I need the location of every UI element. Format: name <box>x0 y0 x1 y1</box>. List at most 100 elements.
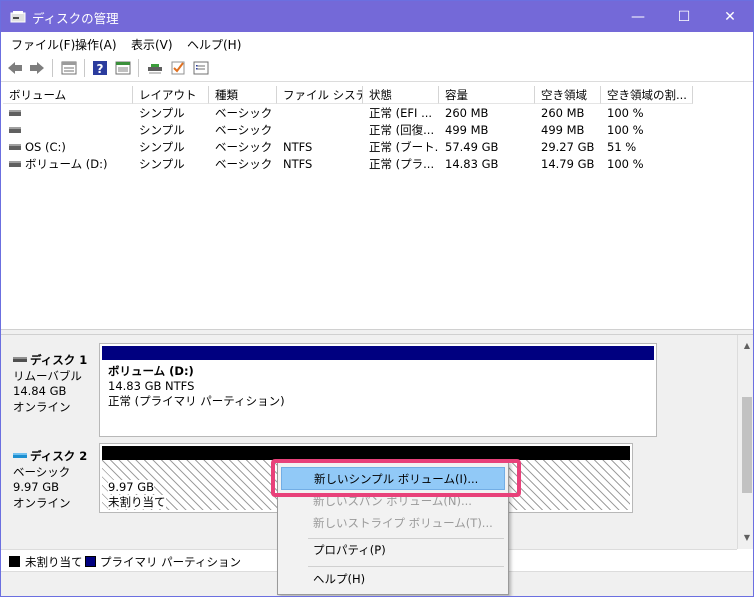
disk-type: ベーシック <box>13 464 71 479</box>
svg-text:?: ? <box>97 62 104 76</box>
table-cell-percent: 100 % <box>607 123 644 137</box>
column-header-filesystem[interactable]: ファイル システム <box>277 86 363 104</box>
table-cell-capacity: 260 MB <box>445 106 489 120</box>
partition-size: 9.97 GB <box>108 480 155 494</box>
title-bar[interactable]: ディスクの管理 — ☐ ✕ <box>1 1 753 32</box>
disk-icon <box>13 453 27 458</box>
table-cell-layout: シンプル <box>139 106 185 120</box>
properties-icon[interactable] <box>114 59 132 77</box>
table-cell-free: 499 MB <box>541 123 585 137</box>
table-cell-type: ベーシック <box>215 123 273 137</box>
menu-view[interactable]: 表示(V) <box>131 36 173 53</box>
column-header-volume[interactable]: ボリューム <box>3 86 133 104</box>
minimize-icon: — <box>631 8 645 25</box>
column-header-layout[interactable]: レイアウト <box>133 86 209 104</box>
minimize-button[interactable]: — <box>615 1 661 32</box>
volume-list: ボリューム レイアウト 種類 ファイル システム 状態 容量 空き領域 空き領域… <box>3 86 753 329</box>
disk-icon <box>13 357 27 362</box>
table-cell-capacity: 57.49 GB <box>445 140 499 154</box>
table-cell-fs <box>277 122 363 139</box>
table-cell-type: ベーシック <box>215 157 273 171</box>
forward-icon[interactable] <box>28 59 46 77</box>
table-cell-volume[interactable] <box>3 105 133 122</box>
table-cell-volume[interactable] <box>3 122 133 139</box>
toolbar-separator <box>84 59 85 77</box>
table-cell-free: 260 MB <box>541 106 585 120</box>
help-icon[interactable]: ? <box>91 59 109 77</box>
table-cell-status: 正常 (EFI ... <box>369 106 433 120</box>
disk-management-window: ディスクの管理 — ☐ ✕ ファイル(F) 操作(A) 表示(V) ヘルプ(H)… <box>0 0 754 597</box>
table-cell-fs: NTFS <box>283 157 313 171</box>
partition-status: 未割り当て <box>108 495 166 509</box>
table-cell-capacity: 499 MB <box>445 123 489 137</box>
maximize-button[interactable]: ☐ <box>661 1 707 32</box>
scroll-down-icon[interactable]: ▼ <box>742 533 752 543</box>
menu-properties[interactable]: プロパティ(P) <box>281 539 505 562</box>
table-cell-type: ベーシック <box>215 140 273 154</box>
window-title: ディスクの管理 <box>32 11 119 26</box>
table-cell-volume[interactable]: ボリューム (D:) <box>3 156 133 173</box>
column-header-free-percent[interactable]: 空き領域の割... <box>601 86 693 104</box>
partition-volume-d[interactable]: ボリューム (D:) 14.83 GB NTFS 正常 (プライマリ パーティシ… <box>99 343 657 437</box>
disk-type: リムーバブル <box>13 368 82 383</box>
legend-primary: プライマリ パーティション <box>100 555 241 569</box>
partition-size-fs: 14.83 GB NTFS <box>108 379 195 393</box>
menu-help-item[interactable]: ヘルプ(H) <box>281 568 505 591</box>
close-button[interactable]: ✕ <box>707 1 753 32</box>
menu-file[interactable]: ファイル(F) <box>11 36 75 53</box>
table-cell-fs <box>277 105 363 122</box>
disk-management-icon <box>10 11 26 23</box>
toolbar-separator <box>138 59 139 77</box>
menu-separator <box>308 566 504 567</box>
connect-icon[interactable] <box>146 59 164 77</box>
table-cell-free: 29.27 GB <box>541 140 595 154</box>
volume-icon <box>9 126 21 133</box>
primary-partition-bar <box>102 346 654 360</box>
check-icon[interactable] <box>169 59 187 77</box>
disk-2-info[interactable]: ディスク 2 ベーシック 9.97 GB オンライン <box>5 441 97 513</box>
table-cell-status: 正常 (回復... <box>369 123 435 137</box>
partition-status: 正常 (プライマリ パーティション) <box>108 394 285 408</box>
column-header-status[interactable]: 状態 <box>363 86 439 104</box>
disk-name: ディスク 1 <box>30 353 88 367</box>
table-cell-layout: シンプル <box>139 140 185 154</box>
toolbar-separator <box>52 59 53 77</box>
table-cell-percent: 51 % <box>607 140 637 154</box>
maximize-icon: ☐ <box>677 8 691 25</box>
back-icon[interactable] <box>6 59 24 77</box>
table-cell-type: ベーシック <box>215 106 273 120</box>
column-header-free-space[interactable]: 空き領域 <box>535 86 601 104</box>
volume-icon <box>9 109 21 116</box>
table-cell-layout: シンプル <box>139 123 185 137</box>
menu-bar: ファイル(F) 操作(A) 表示(V) ヘルプ(H) <box>1 32 753 54</box>
close-icon: ✕ <box>724 8 736 25</box>
column-header-capacity[interactable]: 容量 <box>439 86 535 104</box>
disk-size: 9.97 GB <box>13 480 60 494</box>
partition-title: ボリューム (D:) <box>108 364 194 378</box>
table-cell-volume[interactable]: OS (C:) <box>3 139 133 156</box>
scroll-up-icon[interactable]: ▲ <box>742 341 752 351</box>
menu-action[interactable]: 操作(A) <box>75 36 117 53</box>
menu-new-striped-volume[interactable]: 新しいストライプ ボリューム(T)... <box>281 512 505 535</box>
settings-list-icon[interactable] <box>192 59 210 77</box>
disk-1-info[interactable]: ディスク 1 リムーバブル 14.84 GB オンライン <box>5 345 97 435</box>
table-cell-status: 正常 (ブート... <box>369 140 439 154</box>
table-cell-fs: NTFS <box>283 140 313 154</box>
volume-icon <box>9 160 21 167</box>
table-cell-capacity: 14.83 GB <box>445 157 499 171</box>
scrollbar-thumb[interactable] <box>742 397 752 493</box>
table-cell-free: 14.79 GB <box>541 157 595 171</box>
table-cell-percent: 100 % <box>607 106 644 120</box>
table-cell-percent: 100 % <box>607 157 644 171</box>
disk-state: オンライン <box>13 399 71 414</box>
volume-icon <box>9 143 21 150</box>
disk-state: オンライン <box>13 495 71 510</box>
graphical-pane-scrollbar[interactable]: ▲ ▼ <box>737 335 753 549</box>
menu-help[interactable]: ヘルプ(H) <box>187 36 241 53</box>
primary-partition-swatch <box>85 556 96 567</box>
unallocated-bar <box>102 446 630 460</box>
column-header-type[interactable]: 種類 <box>209 86 277 104</box>
table-cell-status: 正常 (プラ... <box>369 157 435 171</box>
disk-size: 14.84 GB <box>13 384 67 398</box>
list-view-icon[interactable] <box>60 59 78 77</box>
